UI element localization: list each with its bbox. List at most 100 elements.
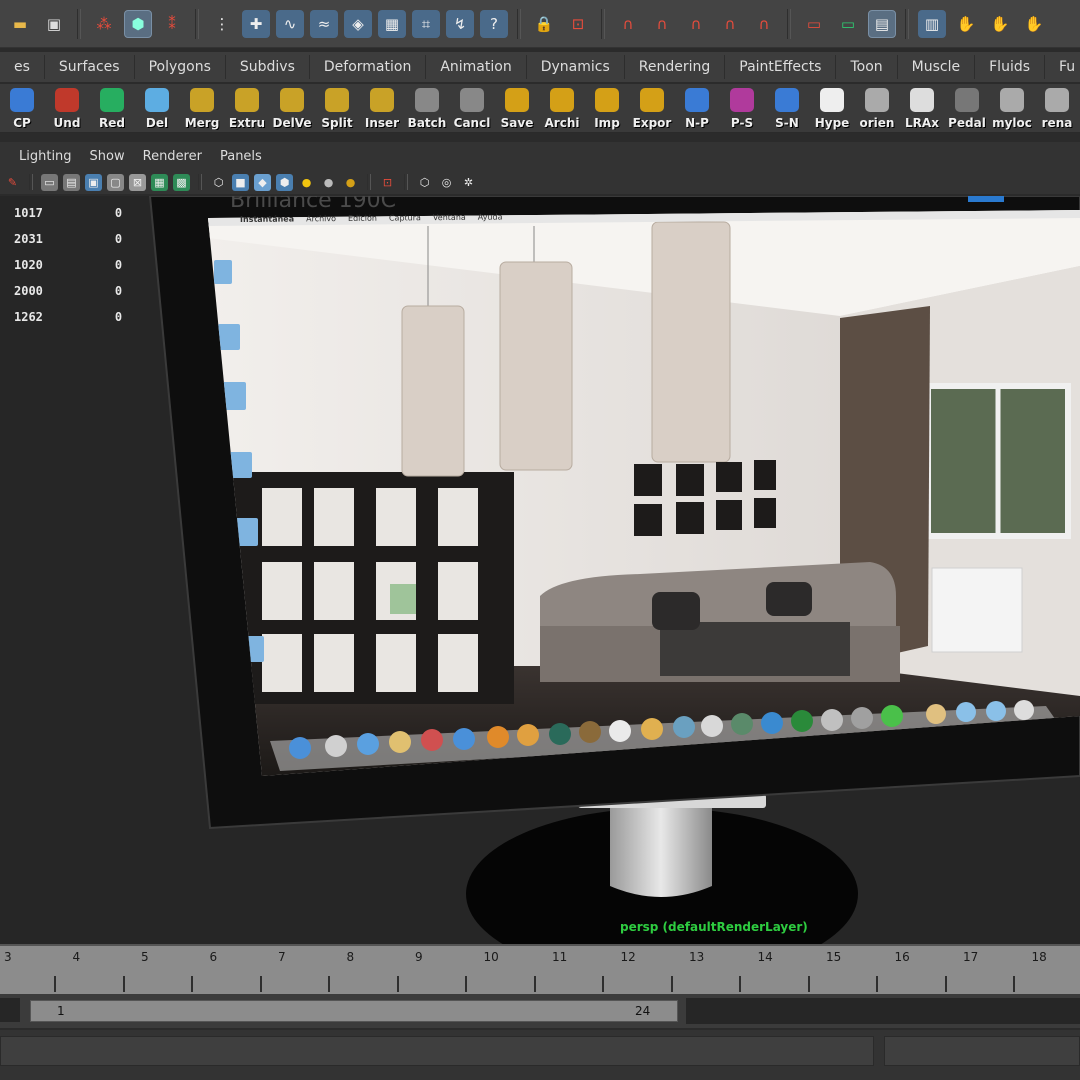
shelf-button[interactable]: Inser <box>360 86 404 132</box>
command-line <box>0 1030 1080 1080</box>
tool-settings-icon[interactable]: ✋ <box>952 10 980 38</box>
tab-fluids[interactable]: Fluids <box>975 55 1046 79</box>
smooth-shade-icon[interactable]: ■ <box>232 173 249 191</box>
xray-joints-icon[interactable]: ◎ <box>438 174 455 191</box>
tab-polygons[interactable]: Polygons <box>135 55 226 79</box>
render-frame-icon[interactable]: ▭ <box>800 10 828 38</box>
select-hierarchy-icon[interactable]: ⁂ <box>90 10 118 38</box>
camera-icon[interactable]: ▭ <box>41 173 58 191</box>
select-object-icon[interactable]: ⬢ <box>124 9 152 38</box>
save-scene-icon[interactable]: ▣ <box>40 10 68 38</box>
shelf-button[interactable]: Extru <box>225 86 269 132</box>
xray-components-icon[interactable]: ✲ <box>460 174 477 191</box>
shelf-button[interactable]: Hype <box>810 86 854 132</box>
film-gate-icon[interactable]: ▤ <box>63 173 80 191</box>
shelf-button[interactable]: orien <box>855 86 899 132</box>
menu-renderer[interactable]: Renderer <box>134 149 211 164</box>
shelf-button[interactable]: Und <box>45 86 89 132</box>
shelf-button[interactable]: Pedal <box>945 86 989 132</box>
menu-panels[interactable]: Panels <box>211 149 271 164</box>
start-time-field[interactable] <box>0 998 20 1022</box>
tab-0[interactable]: es <box>0 55 45 79</box>
channel-box-icon[interactable]: ✋ <box>986 10 1014 38</box>
magnet-icon-4[interactable]: ∩ <box>716 10 744 38</box>
shelf-button[interactable]: Cancl <box>450 86 494 132</box>
xray-icon[interactable]: ⬡ <box>416 174 433 191</box>
tab-fu[interactable]: Fu <box>1045 55 1080 79</box>
resolution-gate-icon[interactable]: ▣ <box>85 173 102 191</box>
magnet-icon-5[interactable]: ∩ <box>750 10 778 38</box>
selection-tag <box>968 196 1004 202</box>
playback-controls-area <box>686 998 1080 1024</box>
shelf-button-icon <box>955 88 979 112</box>
shelf-button[interactable]: Imp <box>585 86 629 132</box>
frame-number: 15 <box>826 950 842 964</box>
tab-deformation[interactable]: Deformation <box>310 55 427 79</box>
shelf-button[interactable]: Red <box>90 86 134 132</box>
grid-toggle-icon[interactable]: ⊠ <box>129 173 146 191</box>
shelf-button[interactable]: LRAx <box>900 86 944 132</box>
textured-icon[interactable]: ⬢ <box>276 173 293 191</box>
command-input[interactable] <box>0 1036 874 1066</box>
gate-mask-icon[interactable]: ▩ <box>173 173 190 191</box>
shadows-icon[interactable]: ● <box>342 174 359 191</box>
snap-point-icon[interactable]: ≈ <box>310 9 338 38</box>
select-component-icon[interactable]: ⁑ <box>158 10 186 38</box>
snap-grid-icon[interactable]: ✚ <box>242 9 270 38</box>
shelf-button[interactable]: Expor <box>630 86 674 132</box>
tab-animation[interactable]: Animation <box>426 55 527 79</box>
menu-lighting[interactable]: Lighting <box>10 149 81 164</box>
snap-curve-icon[interactable]: ∿ <box>276 9 304 38</box>
pick-mask-icon[interactable]: ⋮ <box>208 10 236 38</box>
shelf-button[interactable]: Split <box>315 86 359 132</box>
shelf-button-icon <box>415 88 439 112</box>
shelf-button[interactable]: Merg <box>180 86 224 132</box>
input-ops-icon[interactable]: ⊡ <box>564 10 592 38</box>
shelf-button[interactable]: Save <box>495 86 539 132</box>
help-icon[interactable]: ? <box>480 9 508 38</box>
default-light-icon[interactable]: ● <box>298 174 315 191</box>
shelf-button[interactable]: Batch <box>405 86 449 132</box>
tab-dynamics[interactable]: Dynamics <box>527 55 625 79</box>
perspective-viewport[interactable]: 1017 0 2031 0 1020 0 2000 0 1262 0 Brill… <box>0 196 1080 944</box>
lock-icon[interactable]: 🔒 <box>530 10 558 38</box>
shelf-button[interactable]: N-P <box>675 86 719 132</box>
shelf-button[interactable]: myloc <box>990 86 1034 132</box>
snap-surface-icon[interactable]: ⌗ <box>412 9 440 38</box>
field-chart-icon[interactable]: ▦ <box>151 173 168 191</box>
shelf-button[interactable]: Del <box>135 86 179 132</box>
shaded-wire-icon[interactable]: ◆ <box>254 173 271 191</box>
time-slider[interactable]: 3 4 5 6 7 8 9 10 11 12 13 14 15 16 17 18 <box>0 944 1080 994</box>
attribute-editor-icon[interactable]: ▥ <box>918 9 946 38</box>
render-settings-icon[interactable]: ▤ <box>868 9 896 38</box>
shelf-button[interactable]: P-S <box>720 86 764 132</box>
shelf-button[interactable]: Archi <box>540 86 584 132</box>
shelf-button[interactable]: rena <box>1035 86 1079 132</box>
all-lights-icon[interactable]: ● <box>320 174 337 191</box>
tab-surfaces[interactable]: Surfaces <box>45 55 135 79</box>
shelf-button[interactable]: CP <box>0 86 44 132</box>
ipr-render-icon[interactable]: ▭ <box>834 10 862 38</box>
shelf-button[interactable]: S-N <box>765 86 809 132</box>
layer-editor-icon[interactable]: ✋ <box>1020 10 1048 38</box>
open-scene-icon[interactable]: ▬ <box>6 10 34 38</box>
shelf-button[interactable]: DelVe <box>270 86 314 132</box>
pin-icon[interactable]: ✎ <box>4 174 21 191</box>
snap-live-icon[interactable]: ▦ <box>378 9 406 38</box>
range-slider[interactable]: 1 24 <box>30 1000 678 1022</box>
tab-muscle[interactable]: Muscle <box>898 55 976 79</box>
tab-painteffects[interactable]: PaintEffects <box>725 55 837 79</box>
tab-subdivs[interactable]: Subdivs <box>226 55 310 79</box>
menu-show[interactable]: Show <box>81 149 134 164</box>
tab-toon[interactable]: Toon <box>836 55 898 79</box>
frame-number: 3 <box>4 950 12 964</box>
history-icon[interactable]: ↯ <box>446 9 474 38</box>
wireframe-icon[interactable]: ⬡ <box>210 174 227 191</box>
magnet-icon-3[interactable]: ∩ <box>682 10 710 38</box>
tab-rendering[interactable]: Rendering <box>625 55 726 79</box>
snap-view-plane-icon[interactable]: ◈ <box>344 9 372 38</box>
magnet-icon-2[interactable]: ∩ <box>648 10 676 38</box>
magnet-icon-1[interactable]: ∩ <box>614 10 642 38</box>
safe-action-icon[interactable]: ▢ <box>107 173 124 191</box>
isolate-select-icon[interactable]: ⊡ <box>379 174 396 191</box>
